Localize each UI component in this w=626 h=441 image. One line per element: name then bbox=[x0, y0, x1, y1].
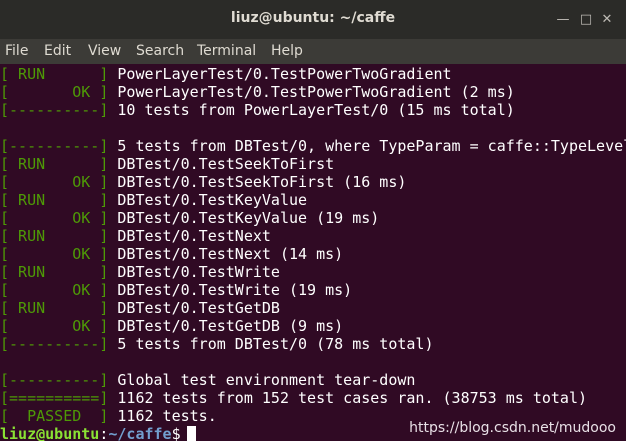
line-text: PowerLayerTest/0.TestPowerTwoGradient (2… bbox=[108, 83, 515, 101]
line-text: DBTest/0.TestWrite (19 ms) bbox=[108, 281, 353, 299]
line-text: 1162 tests from 152 test cases ran. (387… bbox=[108, 389, 588, 407]
minimize-icon[interactable]: — bbox=[554, 11, 572, 29]
maximize-icon[interactable]: □ bbox=[577, 11, 595, 29]
window-titlebar: liuz@ubuntu: ~/caffe — □ ✕ bbox=[0, 0, 626, 39]
output-line: [ OK ] DBTest/0.TestGetDB (9 ms) bbox=[0, 317, 343, 335]
line-text: Global test environment tear-down bbox=[108, 371, 416, 389]
line-text: DBTest/0.TestSeekToFirst bbox=[108, 155, 335, 173]
line-text: DBTest/0.TestGetDB bbox=[108, 299, 280, 317]
line-text: DBTest/0.TestNext bbox=[108, 227, 271, 245]
test-tag: [ OK ] bbox=[0, 209, 109, 227]
output-line: [ RUN ] DBTest/0.TestNext bbox=[0, 227, 271, 245]
line-text: DBTest/0.TestKeyValue (19 ms) bbox=[108, 209, 380, 227]
test-tag: [----------] bbox=[0, 137, 109, 155]
output-line: [ OK ] DBTest/0.TestWrite (19 ms) bbox=[0, 281, 352, 299]
menu-search[interactable]: Search bbox=[136, 43, 184, 59]
output-line: [ RUN ] PowerLayerTest/0.TestPowerTwoGra… bbox=[0, 65, 452, 83]
output-line: [ RUN ] DBTest/0.TestWrite bbox=[0, 263, 280, 281]
line-text: DBTest/0.TestWrite bbox=[108, 263, 280, 281]
output-line: [ PASSED ] 1162 tests. bbox=[0, 407, 217, 425]
terminal-output[interactable]: [ RUN ] PowerLayerTest/0.TestPowerTwoGra… bbox=[0, 64, 626, 441]
test-tag: [ RUN ] bbox=[0, 299, 109, 317]
close-icon[interactable]: ✕ bbox=[598, 11, 616, 29]
window-title: liuz@ubuntu: ~/caffe bbox=[230, 10, 396, 26]
output-line: [----------] 10 tests from PowerLayerTes… bbox=[0, 101, 515, 119]
output-line: [ RUN ] DBTest/0.TestKeyValue bbox=[0, 191, 307, 209]
output-line: [ RUN ] DBTest/0.TestGetDB bbox=[0, 299, 280, 317]
output-line: [ OK ] DBTest/0.TestKeyValue (19 ms) bbox=[0, 209, 379, 227]
test-tag: [==========] bbox=[0, 389, 109, 407]
test-tag: [ OK ] bbox=[0, 317, 109, 335]
output-line: [----------] 5 tests from DBTest/0, wher… bbox=[0, 137, 626, 155]
menu-terminal[interactable]: Terminal bbox=[197, 43, 256, 59]
line-text: DBTest/0.TestNext (14 ms) bbox=[108, 245, 344, 263]
menu-edit[interactable]: Edit bbox=[44, 43, 71, 59]
output-line: [ OK ] DBTest/0.TestSeekToFirst (16 ms) bbox=[0, 173, 406, 191]
menu-view[interactable]: View bbox=[88, 43, 121, 59]
menu-help[interactable]: Help bbox=[271, 43, 303, 59]
test-tag: [ RUN ] bbox=[0, 191, 109, 209]
text-cursor bbox=[186, 426, 196, 441]
prompt-symbol: $ bbox=[171, 425, 181, 441]
test-tag: [----------] bbox=[0, 371, 109, 389]
prompt-line[interactable]: liuz@ubuntu:~/caffe$ bbox=[0, 425, 196, 441]
output-line: [ OK ] PowerLayerTest/0.TestPowerTwoGrad… bbox=[0, 83, 515, 101]
line-text: 10 tests from PowerLayerTest/0 (15 ms to… bbox=[108, 101, 515, 119]
output-line: [==========] 1162 tests from 152 test ca… bbox=[0, 389, 587, 407]
watermark: https://blog.csdn.net/mudooo bbox=[409, 420, 616, 436]
output-line: [----------] Global test environment tea… bbox=[0, 371, 415, 389]
test-tag: [----------] bbox=[0, 335, 109, 353]
test-tag: [ OK ] bbox=[0, 245, 109, 263]
test-tag: [ OK ] bbox=[0, 83, 109, 101]
line-text: DBTest/0.TestSeekToFirst (16 ms) bbox=[108, 173, 407, 191]
test-tag: [ PASSED ] bbox=[0, 407, 109, 425]
test-tag: [ OK ] bbox=[0, 281, 109, 299]
line-text: 5 tests from DBTest/0, where TypeParam =… bbox=[108, 137, 626, 155]
line-text: 5 tests from DBTest/0 (78 ms total) bbox=[108, 335, 434, 353]
line-text: PowerLayerTest/0.TestPowerTwoGradient bbox=[108, 65, 452, 83]
output-line: [ RUN ] DBTest/0.TestSeekToFirst bbox=[0, 155, 334, 173]
test-tag: [ RUN ] bbox=[0, 155, 109, 173]
output-line: [ OK ] DBTest/0.TestNext (14 ms) bbox=[0, 245, 343, 263]
prompt-path: ~/caffe bbox=[108, 425, 172, 441]
test-tag: [ RUN ] bbox=[0, 263, 109, 281]
line-text: DBTest/0.TestKeyValue bbox=[108, 191, 308, 209]
prompt-user: liuz@ubuntu bbox=[0, 425, 100, 441]
test-tag: [ RUN ] bbox=[0, 227, 109, 245]
line-text: 1162 tests. bbox=[108, 407, 217, 425]
test-tag: [ RUN ] bbox=[0, 65, 109, 83]
test-tag: [ OK ] bbox=[0, 173, 109, 191]
line-text: DBTest/0.TestGetDB (9 ms) bbox=[108, 317, 344, 335]
output-line: [----------] 5 tests from DBTest/0 (78 m… bbox=[0, 335, 433, 353]
menu-bar: File Edit View Search Terminal Help bbox=[0, 39, 626, 64]
test-tag: [----------] bbox=[0, 101, 109, 119]
menu-file[interactable]: File bbox=[5, 43, 28, 59]
